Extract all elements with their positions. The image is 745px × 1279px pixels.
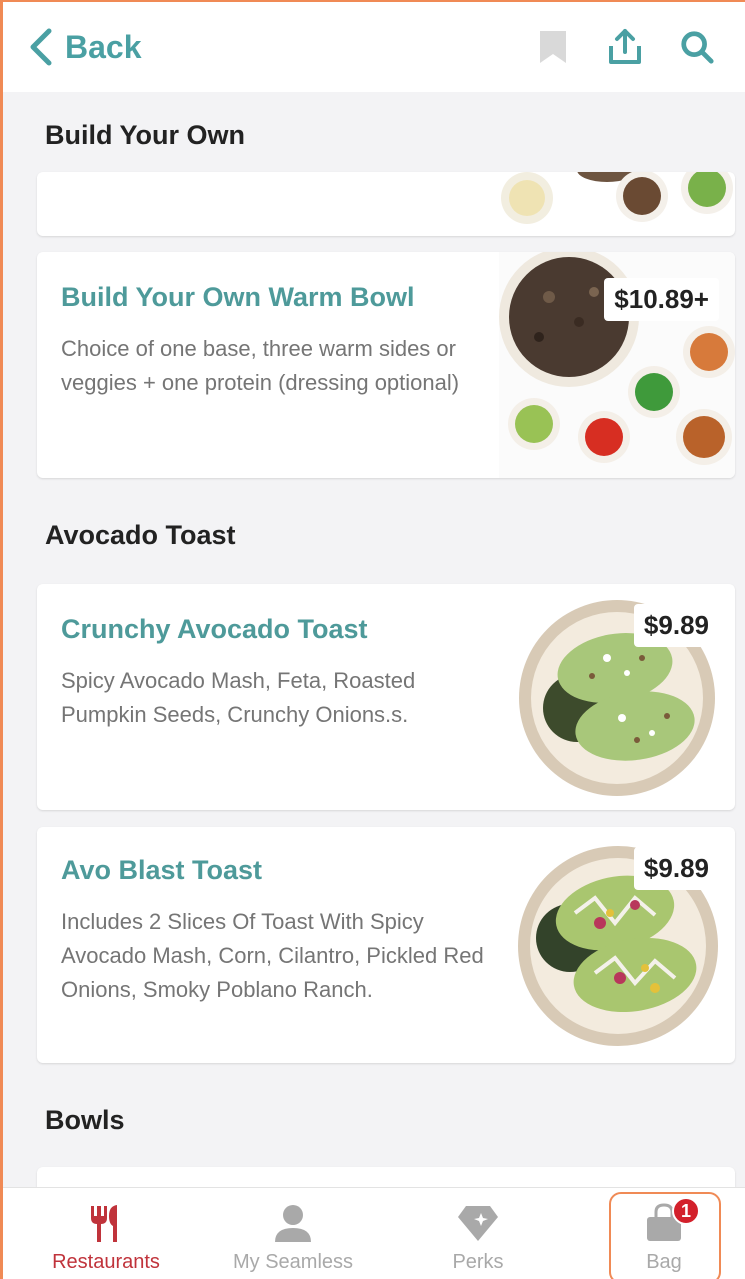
nav-restaurants[interactable]: Restaurants <box>31 1188 181 1279</box>
menu-item-description: Choice of one base, three warm sides or … <box>61 336 460 395</box>
share-icon[interactable] <box>607 27 643 67</box>
bag-count-badge: 1 <box>672 1197 700 1225</box>
nav-label-my-seamless: My Seamless <box>232 1251 354 1273</box>
nav-my-seamless[interactable]: My Seamless <box>218 1188 368 1279</box>
nav-perks[interactable]: Perks <box>403 1188 553 1279</box>
menu-item-card[interactable]: Crunchy Avocado Toast Spicy Avocado Mash… <box>37 584 735 810</box>
price-tag: $10.89+ <box>604 278 719 321</box>
app-frame: Back Build Your Own Build Your Own Warm … <box>0 0 745 1279</box>
menu-item-name: Crunchy Avocado Toast <box>61 614 368 644</box>
menu-item-card-partial[interactable] <box>37 1167 735 1187</box>
bottom-nav: Restaurants My Seamless Perks 1 Bag <box>3 1187 745 1279</box>
fork-knife-icon <box>84 1201 128 1245</box>
menu-item-description: Includes 2 Slices Of Toast With Spicy Av… <box>61 909 484 1002</box>
diamond-icon <box>456 1201 500 1245</box>
back-button[interactable]: Back <box>27 27 142 67</box>
section-title-build-your-own: Build Your Own <box>45 120 245 150</box>
price-tag: $9.89 <box>633 847 719 890</box>
section-title-avocado-toast: Avocado Toast <box>45 520 236 550</box>
back-label: Back <box>65 28 142 65</box>
bookmark-icon[interactable] <box>535 27 571 67</box>
nav-bag[interactable]: 1 Bag <box>589 1188 739 1279</box>
top-bar: Back <box>3 2 745 92</box>
menu-item-name: Avo Blast Toast <box>61 855 263 885</box>
header-actions <box>535 27 721 67</box>
section-title-bowls: Bowls <box>45 1105 125 1135</box>
search-icon[interactable] <box>679 27 715 67</box>
menu-item-card-partial[interactable] <box>37 172 735 236</box>
nav-label-perks: Perks <box>452 1251 504 1273</box>
nav-label-restaurants: Restaurants <box>52 1251 160 1273</box>
menu-item-description: Spicy Avocado Mash, Feta, Roasted Pumpki… <box>61 668 416 727</box>
nav-label-bag: Bag <box>646 1251 682 1273</box>
price-tag: $9.89 <box>633 604 719 647</box>
food-image <box>501 172 733 224</box>
menu-item-name: Build Your Own Warm Bowl <box>61 282 415 312</box>
person-icon <box>271 1201 315 1245</box>
chevron-left-icon <box>30 28 52 66</box>
menu-item-card[interactable]: Avo Blast Toast Includes 2 Slices Of Toa… <box>37 827 735 1063</box>
bag-icon: 1 <box>642 1197 700 1245</box>
menu-item-card[interactable]: Build Your Own Warm Bowl Choice of one b… <box>37 252 735 478</box>
menu-list[interactable]: Build Your Own Build Your Own Warm Bowl … <box>3 92 745 1187</box>
